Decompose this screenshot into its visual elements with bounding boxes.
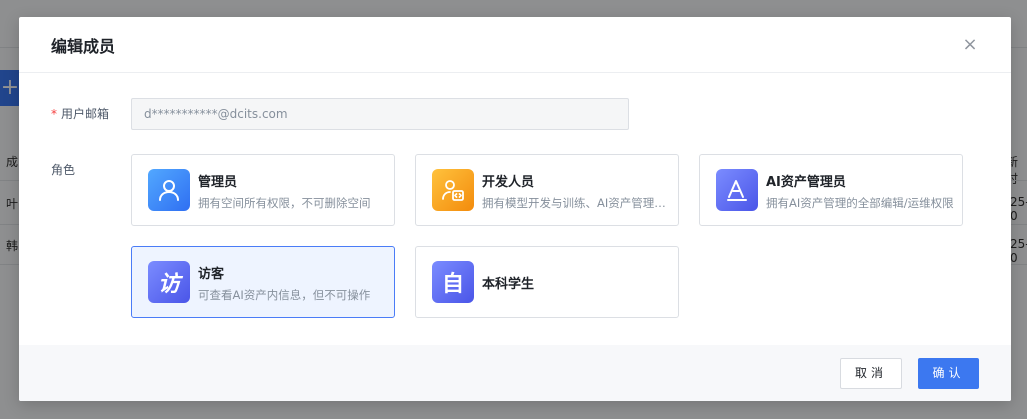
role-card-ai-asset-admin[interactable]: AI资产管理员 拥有AI资产管理的全部编辑/运维权限 xyxy=(699,154,963,226)
role-description: 拥有空间所有权限，不可删除空间 xyxy=(198,196,371,210)
role-name: 管理员 xyxy=(198,175,238,190)
confirm-button[interactable]: 确认 xyxy=(918,358,979,389)
role-card-developer[interactable]: 开发人员 拥有模型开发与训练、AI资产管理等权限 xyxy=(415,154,679,226)
ai-letter-icon xyxy=(716,169,758,211)
role-description: 拥有模型开发与训练、AI资产管理等权限 xyxy=(482,196,670,210)
edit-member-dialog: 编辑成员 × * 用户邮箱 d***********@dcits.com 角色 管… xyxy=(19,17,1011,401)
role-card-visitor[interactable]: 访 访客 可查看AI资产内信息，但不可操作 xyxy=(131,246,395,318)
close-icon[interactable]: × xyxy=(961,36,979,54)
role-label: 角色 xyxy=(51,163,76,177)
role-name: AI资产管理员 xyxy=(766,175,846,190)
developer-icon xyxy=(432,169,474,211)
role-card-admin[interactable]: 管理员 拥有空间所有权限，不可删除空间 xyxy=(131,154,395,226)
user-icon xyxy=(148,169,190,211)
visitor-char-icon: 访 xyxy=(148,261,190,303)
email-label: * 用户邮箱 xyxy=(51,105,109,122)
dialog-title: 编辑成员 xyxy=(51,36,116,56)
role-description: 拥有AI资产管理的全部编辑/运维权限 xyxy=(766,196,954,210)
dialog-header: 编辑成员 xyxy=(19,17,1011,73)
role-name: 开发人员 xyxy=(482,175,535,190)
self-char-icon: 自 xyxy=(432,261,474,303)
cancel-button[interactable]: 取消 xyxy=(840,358,902,389)
required-mark: * xyxy=(51,107,57,121)
dialog-footer: 取消 确认 xyxy=(19,345,1011,401)
role-card-undergraduate[interactable]: 自 本科学生 xyxy=(415,246,679,318)
email-label-text: 用户邮箱 xyxy=(61,107,110,121)
role-name: 访客 xyxy=(198,267,225,282)
email-field[interactable]: d***********@dcits.com xyxy=(131,98,629,130)
role-name: 本科学生 xyxy=(482,277,535,292)
role-description: 可查看AI资产内信息，但不可操作 xyxy=(198,288,371,302)
